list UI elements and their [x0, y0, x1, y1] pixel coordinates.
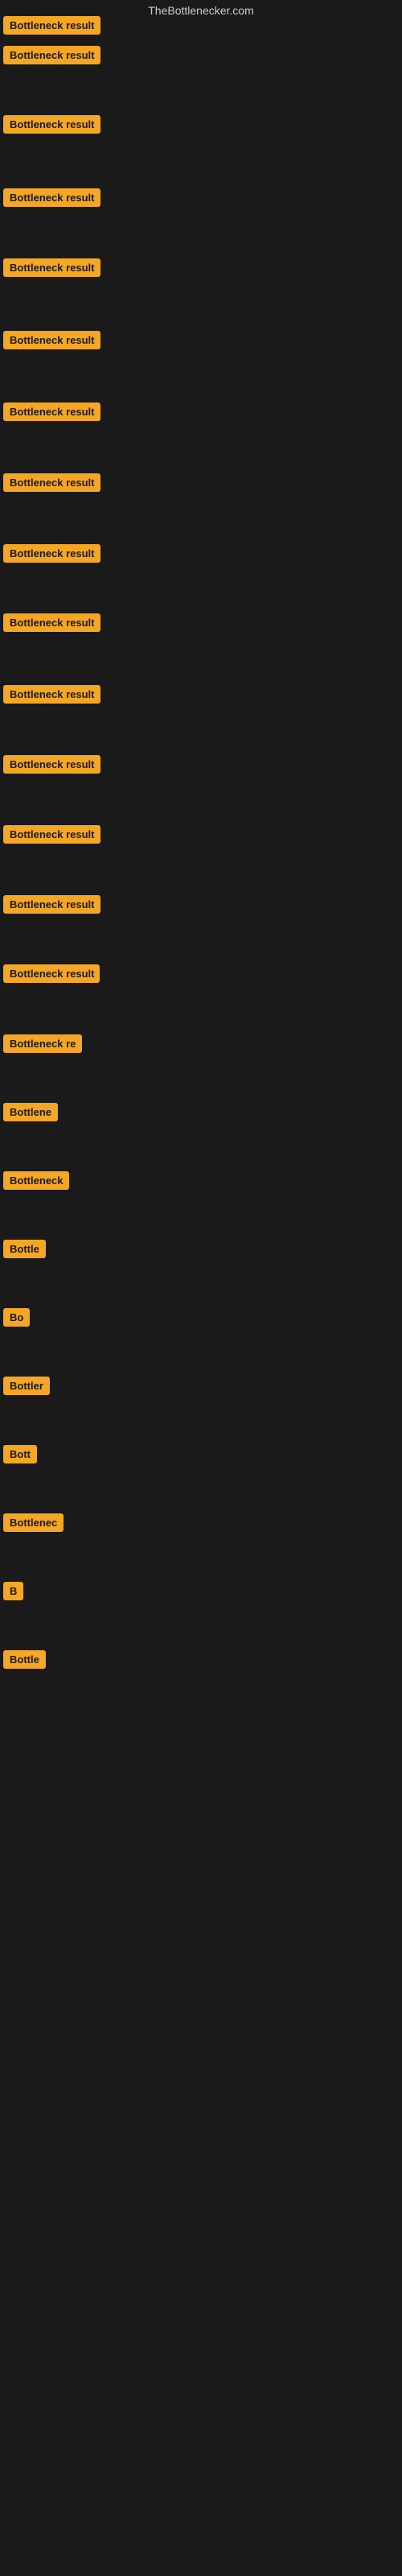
bottleneck-result-18[interactable]: Bottleneck [3, 1171, 69, 1190]
bottleneck-result-5[interactable]: Bottleneck result [3, 258, 100, 277]
bottleneck-result-4[interactable]: Bottleneck result [3, 188, 100, 207]
bottleneck-result-3[interactable]: Bottleneck result [3, 115, 100, 134]
bottleneck-result-16[interactable]: Bottleneck re [3, 1034, 82, 1053]
bottleneck-result-11[interactable]: Bottleneck result [3, 685, 100, 704]
bottleneck-result-6[interactable]: Bottleneck result [3, 331, 100, 349]
bottleneck-result-8[interactable]: Bottleneck result [3, 473, 100, 492]
bottleneck-result-17[interactable]: Bottlene [3, 1103, 58, 1121]
bottleneck-result-12[interactable]: Bottleneck result [3, 755, 100, 774]
bottleneck-result-21[interactable]: Bottler [3, 1377, 50, 1395]
bottleneck-result-20[interactable]: Bo [3, 1308, 30, 1327]
bottleneck-result-22[interactable]: Bott [3, 1445, 37, 1463]
bottleneck-result-23[interactable]: Bottlenec [3, 1513, 64, 1532]
bottleneck-result-10[interactable]: Bottleneck result [3, 613, 100, 632]
site-title: TheBottlenecker.com [0, 0, 402, 17]
bottleneck-result-15[interactable]: Bottleneck result [3, 964, 100, 983]
bottleneck-result-1[interactable]: Bottleneck result [3, 16, 100, 35]
bottleneck-result-14[interactable]: Bottleneck result [3, 895, 100, 914]
bottleneck-result-19[interactable]: Bottle [3, 1240, 46, 1258]
bottleneck-result-13[interactable]: Bottleneck result [3, 825, 100, 844]
bottleneck-result-2[interactable]: Bottleneck result [3, 46, 100, 64]
bottleneck-result-25[interactable]: Bottle [3, 1650, 46, 1669]
bottleneck-result-9[interactable]: Bottleneck result [3, 544, 100, 563]
bottleneck-result-7[interactable]: Bottleneck result [3, 402, 100, 421]
bottleneck-result-24[interactable]: B [3, 1582, 23, 1600]
